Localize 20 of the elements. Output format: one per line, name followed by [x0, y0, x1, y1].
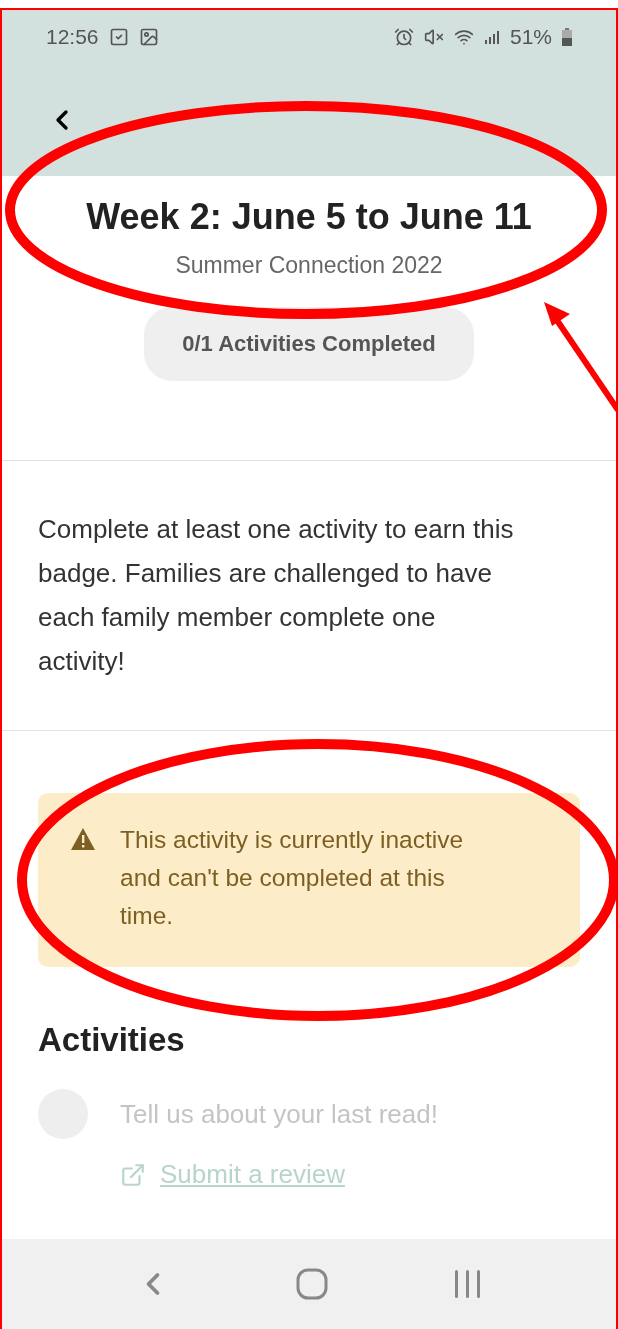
- warning-icon: [70, 827, 96, 851]
- home-icon: [296, 1268, 328, 1300]
- warning-text: This activity is currently inactive and can't be completed at this time.: [120, 825, 465, 931]
- battery-percent: 51%: [509, 25, 552, 49]
- status-time: 12:56: [46, 25, 99, 49]
- page-title: Week 2: June 5 to June 11: [85, 196, 533, 238]
- wifi-icon: [453, 27, 474, 47]
- mute-icon: [423, 27, 444, 47]
- battery-icon: [562, 28, 572, 46]
- activity-label: Tell us about your last read!: [120, 1098, 438, 1130]
- progress-badge: 0/1 Activities Completed: [144, 307, 474, 381]
- description: Complete at least one activity to earn this badge. Families are challenged to have each family member complete one activity!: [38, 513, 515, 678]
- alarm-icon: [393, 27, 414, 47]
- page-subtitle: Summer Connection 2022: [174, 252, 444, 279]
- signal-icon: [483, 29, 500, 45]
- image-notification-icon: [138, 27, 159, 47]
- nav-home-button[interactable]: [296, 1268, 328, 1300]
- section-heading: Activities: [38, 1021, 186, 1059]
- checkbox-notification-icon: [108, 27, 129, 47]
- external-link-icon: [120, 1161, 146, 1188]
